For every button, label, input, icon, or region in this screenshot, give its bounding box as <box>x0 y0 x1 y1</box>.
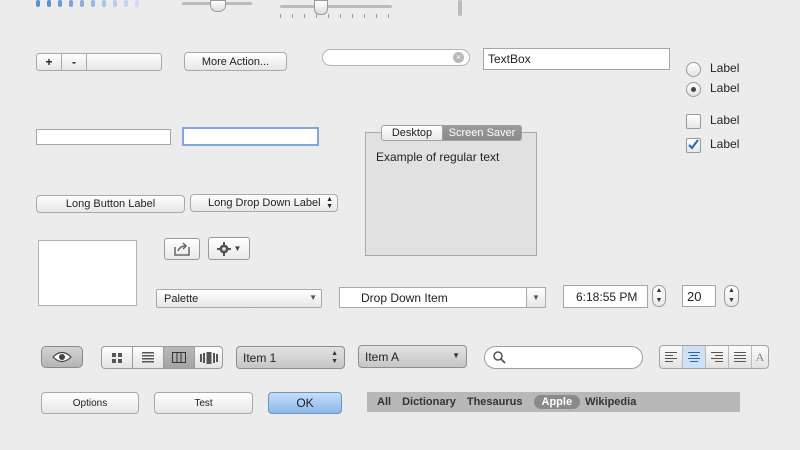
level-indicator[interactable] <box>36 0 166 8</box>
palette-dropdown[interactable]: Palette ▼ <box>156 289 322 308</box>
options-button[interactable]: Options <box>41 392 139 414</box>
checkbox-1[interactable]: Label <box>686 113 786 129</box>
view-mode-segmented-control <box>101 346 223 369</box>
tab-bar: Desktop Screen Saver <box>381 125 522 141</box>
text-alignment-segmented-control: A <box>659 345 769 369</box>
clear-icon[interactable]: × <box>453 52 464 63</box>
icon-view-icon <box>112 352 122 363</box>
drop-down-item-combo[interactable]: Drop Down Item ▼ <box>339 287 546 308</box>
align-justify-icon <box>734 352 746 362</box>
search-field[interactable] <box>484 346 643 369</box>
segment-spacer <box>87 54 161 70</box>
list-view-icon <box>142 352 154 363</box>
checkmark-icon <box>688 139 699 150</box>
checkbox-2-box[interactable] <box>686 138 701 153</box>
scope-item-apple[interactable]: Apple <box>533 395 581 409</box>
align-right-button[interactable] <box>706 346 729 368</box>
checkbox-2-label: Label <box>710 137 740 151</box>
radio-1-circle[interactable] <box>686 62 701 77</box>
search-icon <box>493 351 506 364</box>
updown-arrows-icon: ▲ ▼ <box>331 350 338 365</box>
tab-screen-saver[interactable]: Screen Saver <box>443 126 521 140</box>
test-button[interactable]: Test <box>154 392 253 414</box>
scope-item-thesaurus[interactable]: Thesaurus <box>467 395 529 409</box>
palette-label: Palette <box>164 292 199 305</box>
remove-button[interactable]: - <box>62 54 87 70</box>
share-button[interactable] <box>164 238 200 260</box>
coverflow-view-icon <box>199 351 218 364</box>
radio-1-label: Label <box>710 61 740 75</box>
round-search-field[interactable]: × <box>322 49 470 66</box>
align-right-icon <box>711 352 723 362</box>
long-button[interactable]: Long Button Label <box>36 195 185 213</box>
item-1-popup[interactable]: Item 1 ▲ ▼ <box>236 346 345 369</box>
item-a-label: Item A <box>365 350 400 364</box>
vertical-slider[interactable] <box>458 0 462 16</box>
item-1-label: Item 1 <box>243 351 277 365</box>
scope-item-wikipedia[interactable]: Wikipedia <box>585 395 642 409</box>
number-stepper[interactable]: ▲ ▼ <box>724 285 739 307</box>
more-action-button[interactable]: More Action... <box>184 52 287 71</box>
checkbox-1-box[interactable] <box>686 114 701 129</box>
list-view-button[interactable] <box>133 347 164 368</box>
align-center-icon <box>688 352 700 362</box>
align-left-button[interactable] <box>660 346 683 368</box>
radio-1[interactable]: Label <box>686 61 786 77</box>
column-view-button[interactable] <box>164 347 195 368</box>
checkbox-2[interactable]: Label <box>686 137 786 153</box>
long-dropdown-label: Long Drop Down Label <box>208 197 321 209</box>
add-remove-segmented-control: + - <box>36 53 162 71</box>
gear-icon <box>216 241 231 256</box>
eye-icon <box>52 351 72 363</box>
text-field-plain[interactable] <box>36 129 171 145</box>
image-well[interactable] <box>38 240 137 306</box>
scope-item-dictionary[interactable]: Dictionary <box>402 395 462 409</box>
column-view-icon <box>172 352 186 363</box>
icon-view-button[interactable] <box>102 347 133 368</box>
text-style-button[interactable]: A <box>752 346 768 368</box>
tab-content-text: Example of regular text <box>376 150 500 164</box>
align-left-icon <box>665 352 677 362</box>
ok-button[interactable]: OK <box>268 392 342 414</box>
chevron-down-icon: ▼ <box>452 351 460 360</box>
long-dropdown[interactable]: Long Drop Down Label ▲ ▼ <box>190 194 338 212</box>
text-field-focused[interactable] <box>182 127 319 146</box>
chevron-down-icon: ▼ <box>233 244 242 253</box>
align-center-button[interactable] <box>683 346 706 368</box>
item-a-popup[interactable]: Item A ▼ <box>358 345 467 368</box>
radio-2-circle[interactable] <box>686 82 701 97</box>
share-icon <box>174 242 190 256</box>
text-style-icon: A <box>755 349 765 364</box>
checkbox-1-label: Label <box>710 113 740 127</box>
textbox-field[interactable]: TextBox <box>483 48 670 70</box>
updown-arrows-icon: ▲ ▼ <box>326 196 333 210</box>
number-field[interactable]: 20 <box>682 285 716 307</box>
scope-bar: All Dictionary Thesaurus Apple Wikipedia <box>367 392 740 412</box>
combo-arrow-button[interactable]: ▼ <box>526 288 545 307</box>
slider-ticked[interactable] <box>280 0 392 20</box>
add-button[interactable]: + <box>37 54 62 70</box>
align-justify-button[interactable] <box>729 346 752 368</box>
coverflow-view-button[interactable] <box>195 347 222 368</box>
drop-down-item-label: Drop Down Item <box>361 291 448 305</box>
time-stepper[interactable]: ▲ ▼ <box>652 285 666 307</box>
chevron-down-icon: ▼ <box>309 293 317 302</box>
time-field[interactable]: 6:18:55 PM <box>563 285 648 308</box>
slider-top[interactable] <box>182 0 252 12</box>
radio-2-label: Label <box>710 81 740 95</box>
radio-2[interactable]: Label <box>686 81 786 97</box>
gear-menu-button[interactable]: ▼ <box>208 237 250 260</box>
tab-desktop[interactable]: Desktop <box>382 126 443 140</box>
scope-item-all[interactable]: All <box>377 395 397 409</box>
quick-look-button[interactable] <box>41 346 83 368</box>
